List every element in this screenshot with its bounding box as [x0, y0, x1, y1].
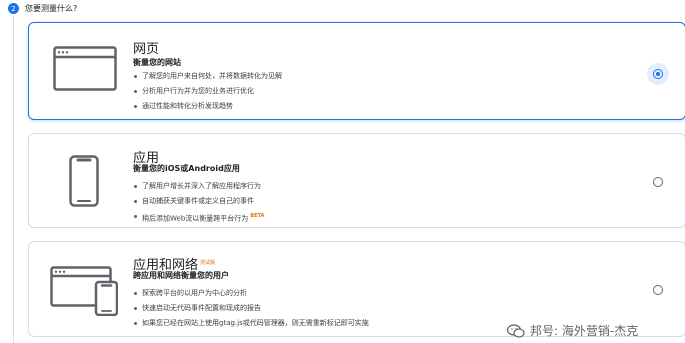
- option-bullet-list: 了解您的用户来自何处，并将数据转化为见解 分析用户行为并为您的业务进行优化 通过…: [133, 69, 282, 114]
- browser-window-icon: [53, 46, 117, 95]
- option-subtitle: 跨应用和网络衡量您的用户: [133, 271, 229, 280]
- test-version-badge: 测试版: [200, 259, 216, 266]
- option-subtitle: 衡量您的网站: [133, 58, 181, 67]
- watermark-text: 邦号: 海外营销-杰克: [530, 324, 639, 338]
- step-connector-line: [13, 16, 14, 343]
- radio-button-app[interactable]: [653, 177, 663, 187]
- browser-and-phone-icon: [50, 266, 119, 320]
- step-number-badge: 2: [8, 3, 19, 14]
- option-bullet-list: 探索跨平台的以用户为中心的分析 快速启动无代码事件配置和现成的报告 如果您已经在…: [133, 286, 369, 331]
- option-subtitle: 衡量您的iOS或Android应用: [133, 164, 240, 173]
- list-item: 通过性能和转化分析发现趋势: [133, 99, 282, 114]
- wechat-icon: [507, 323, 525, 338]
- list-item-text: 稍后添加Web流以衡量跨平台行为: [142, 214, 249, 223]
- option-card-web[interactable]: 网页 衡量您的网站 了解您的用户来自何处，并将数据转化为见解 分析用户行为并为您…: [28, 22, 685, 120]
- radio-button-app-and-web[interactable]: [653, 285, 663, 295]
- option-card-app[interactable]: 应用 衡量您的iOS或Android应用 了解用户增长并深入了解应用程序行为 自…: [28, 133, 685, 228]
- list-item: 分析用户行为并为您的业务进行优化: [133, 84, 282, 99]
- list-item: 快速启动无代码事件配置和现成的报告: [133, 301, 369, 316]
- list-item: 如果您已经在网站上使用gtag.js或代码管理器，则无需重新标记即可实施: [133, 316, 369, 331]
- list-item: 探索跨平台的以用户为中心的分析: [133, 286, 369, 301]
- radio-button-web[interactable]: [653, 69, 663, 79]
- watermark: 邦号: 海外营销-杰克: [507, 322, 638, 339]
- list-item: 自动捕获关键事件或定义自己的事件: [133, 194, 264, 209]
- option-title: 网页: [133, 42, 160, 57]
- beta-badge: BETA: [250, 213, 265, 219]
- list-item: 了解用户增长并深入了解应用程序行为: [133, 179, 264, 194]
- list-item: 了解您的用户来自何处，并将数据转化为见解: [133, 69, 282, 84]
- step-title: 您要测量什么?: [25, 4, 78, 13]
- step-header: 2 您要测量什么?: [8, 3, 77, 14]
- option-bullet-list: 了解用户增长并深入了解应用程序行为 自动捕获关键事件或定义自己的事件 稍后添加W…: [133, 179, 264, 226]
- list-item: 稍后添加Web流以衡量跨平台行为 BETA: [133, 209, 264, 226]
- mobile-phone-icon: [69, 155, 99, 211]
